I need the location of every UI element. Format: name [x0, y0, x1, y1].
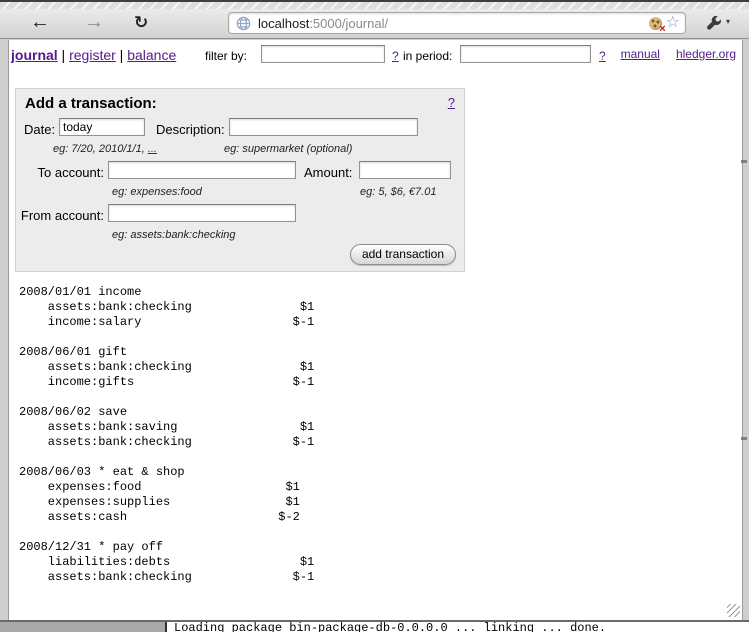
nav-separator: | — [58, 47, 69, 63]
date-hint: eg: 7/20, 2010/1/1, ... — [53, 143, 157, 155]
screenshot-root: { "colors": { "link_purple": "#551a8b", … — [0, 0, 749, 632]
url-path: :5000/journal/ — [309, 16, 388, 31]
background-terminal-window: Loading package bin-package-db-0.0.0.0 .… — [165, 622, 749, 632]
add-transaction-form: Add a transaction: ? Date: Description: … — [15, 88, 465, 272]
menu-dropdown-arrow-icon: ▾ — [726, 17, 730, 26]
form-title: Add a transaction: — [25, 95, 157, 112]
date-hint-more-link[interactable]: ... — [148, 143, 157, 155]
filter-input[interactable] — [261, 45, 385, 63]
journal-listing: 2008/01/01 income assets:bank:checking $… — [19, 285, 314, 600]
description-label: Description: — [156, 122, 225, 137]
back-button[interactable]: ← — [30, 9, 50, 38]
nav-balance-link[interactable]: balance — [127, 47, 176, 63]
journal-transaction: 2008/06/02 save assets:bank:saving $1 as… — [19, 405, 314, 450]
in-period-label: in period: — [403, 49, 452, 63]
window-resize-handle[interactable] — [727, 604, 740, 617]
reload-button[interactable]: ↻ — [134, 9, 148, 38]
description-hint: eg: supermarket (optional) — [224, 143, 352, 155]
date-input[interactable] — [59, 118, 145, 136]
journal-transaction: 2008/12/31 * pay off liabilities:debts $… — [19, 540, 314, 585]
window-titlebar — [0, 0, 749, 9]
forward-button[interactable]: → — [84, 9, 104, 38]
period-input[interactable] — [460, 45, 591, 63]
external-links: manual hledger.org — [621, 47, 736, 61]
journal-transaction: 2008/06/03 * eat & shop expenses:food $1… — [19, 465, 314, 525]
to-account-label: To account: — [16, 165, 104, 180]
back-icon: ← — [30, 11, 50, 33]
scrollbar-mark[interactable] — [741, 160, 747, 163]
cookie-blocked-icon[interactable]: × — [649, 17, 662, 30]
view-links: journal | register | balance — [11, 47, 176, 63]
globe-icon — [236, 16, 251, 31]
amount-label: Amount: — [304, 165, 352, 180]
browser-toolbar: ← → ↻ localhost:5000/journal/ × ☆ ▾ — [0, 9, 749, 39]
amount-input[interactable] — [359, 161, 451, 179]
url-host: localhost — [258, 16, 309, 31]
address-bar[interactable]: localhost:5000/journal/ × ☆ — [228, 12, 686, 34]
date-hint-text: eg: 7/20, 2010/1/1, — [53, 143, 148, 155]
nav-register-link[interactable]: register — [69, 47, 116, 63]
from-account-hint: eg: assets:bank:checking — [112, 229, 236, 241]
manual-link[interactable]: manual — [621, 47, 660, 61]
to-account-input[interactable] — [108, 161, 296, 179]
hledger-nav: journal | register | balance filter by: … — [9, 40, 742, 72]
to-account-hint: eg: expenses:food — [112, 186, 202, 198]
filter-help-link[interactable]: ? — [392, 49, 399, 63]
journal-transaction: 2008/06/01 gift assets:bank:checking $1 … — [19, 345, 314, 390]
from-account-label: From account: — [16, 208, 104, 223]
url-text: localhost:5000/journal/ — [258, 16, 388, 31]
address-bar-icons: × ☆ — [649, 15, 680, 31]
amount-hint: eg: 5, $6, €7.01 — [360, 186, 436, 198]
page-content: journal | register | balance filter by: … — [8, 40, 743, 620]
reload-icon: ↻ — [134, 13, 148, 32]
form-help-link[interactable]: ? — [448, 95, 455, 110]
period-help-link[interactable]: ? — [599, 49, 606, 63]
date-label: Date: — [24, 122, 55, 137]
bookmark-star-icon[interactable]: ☆ — [666, 15, 680, 31]
journal-transaction: 2008/01/01 income assets:bank:checking $… — [19, 285, 314, 330]
description-input[interactable] — [229, 118, 418, 136]
wrench-menu-button[interactable] — [706, 15, 723, 37]
add-transaction-button[interactable]: add transaction — [350, 244, 456, 265]
filter-by-label: filter by: — [205, 49, 247, 63]
forward-icon: → — [84, 11, 104, 33]
nav-separator: | — [116, 47, 127, 63]
scrollbar-mark[interactable] — [741, 437, 747, 440]
from-account-input[interactable] — [108, 204, 296, 222]
blocked-x-icon: × — [659, 24, 665, 35]
hledger-org-link[interactable]: hledger.org — [676, 47, 736, 61]
nav-journal-link[interactable]: journal — [11, 47, 58, 63]
desktop-background-strip: Loading package bin-package-db-0.0.0.0 .… — [0, 622, 749, 632]
